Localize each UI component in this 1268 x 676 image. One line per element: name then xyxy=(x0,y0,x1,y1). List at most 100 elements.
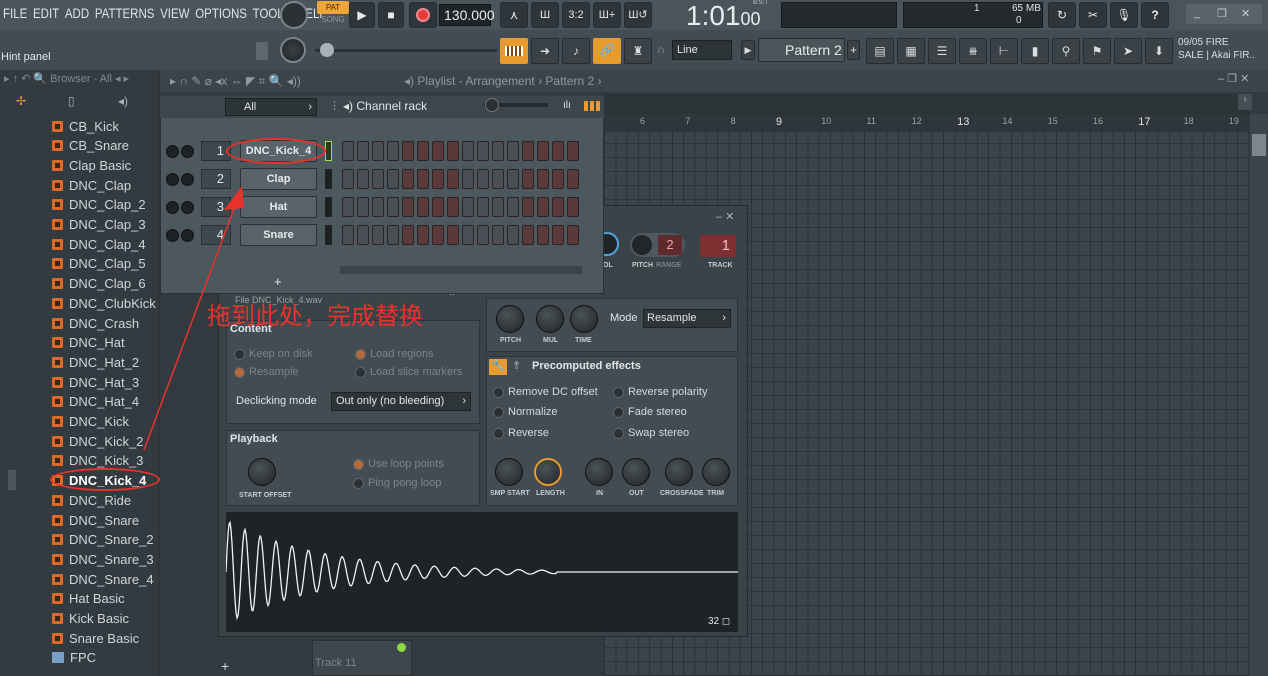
browser-item[interactable]: DNC_Hat_2 xyxy=(52,353,139,371)
browser-collapse-handle[interactable] xyxy=(8,470,16,490)
graph-editor-icon[interactable]: ılı xyxy=(563,100,571,111)
step-button[interactable] xyxy=(522,225,534,245)
help-guide-button[interactable]: ⚑ xyxy=(1083,38,1111,64)
step-button[interactable] xyxy=(372,225,384,245)
timeline-ruler[interactable]: 6 7 8 9 10 11 12 13 14 15 16 17 18 19 xyxy=(604,114,1250,132)
piano-roll-button[interactable] xyxy=(500,38,528,64)
step-button[interactable] xyxy=(462,225,474,245)
song-mode-button[interactable]: SONG xyxy=(317,15,349,27)
ping-pong-radio[interactable]: Ping pong loop xyxy=(353,477,441,489)
step-button[interactable] xyxy=(342,197,354,217)
channel-select-led[interactable] xyxy=(325,169,332,189)
track-11-header[interactable]: Track 11 xyxy=(312,640,412,676)
step-button[interactable] xyxy=(492,197,504,217)
share-button[interactable]: ➤ xyxy=(1114,38,1142,64)
track-mute-led[interactable] xyxy=(397,643,406,652)
master-volume-slider[interactable] xyxy=(315,49,497,52)
step-button[interactable] xyxy=(567,225,579,245)
master-pitch-knob[interactable] xyxy=(280,1,308,29)
browser-item[interactable]: Kick Basic xyxy=(52,610,129,628)
browser-window-button[interactable]: ⊢ xyxy=(990,38,1018,64)
rack-swing-knob[interactable] xyxy=(485,98,499,112)
browser-item[interactable]: DNC_Hat_4 xyxy=(52,393,139,411)
step-edit-button[interactable]: ➜ xyxy=(531,38,559,64)
vertical-scrollbar[interactable] xyxy=(1250,114,1268,676)
menu-view[interactable]: VIEW xyxy=(160,5,189,21)
step-button[interactable] xyxy=(462,141,474,161)
load-regions-radio[interactable]: Load regions xyxy=(355,348,434,360)
maximize-icon[interactable]: ❐ xyxy=(1217,7,1227,20)
step-button[interactable] xyxy=(372,141,384,161)
step-button[interactable] xyxy=(477,197,489,217)
rack-menu-icon[interactable]: ⋮ xyxy=(329,99,340,112)
wrench-icon[interactable]: 🔧 xyxy=(489,359,507,375)
download-button[interactable]: ⬇ xyxy=(1145,38,1173,64)
step-button[interactable] xyxy=(417,225,429,245)
playlist-tools-icons[interactable]: ▸ ∩ ✎ ⌀ ◂x ⇔ ◤ ⌗ 🔍 ◂)) xyxy=(170,74,301,89)
step-button[interactable] xyxy=(477,225,489,245)
pitch-control[interactable]: 2 xyxy=(630,233,685,257)
step-button[interactable] xyxy=(492,169,504,189)
mixer-track-value[interactable]: 1 xyxy=(700,235,736,257)
step-button[interactable] xyxy=(342,141,354,161)
step-button[interactable] xyxy=(387,169,399,189)
channel-select-led[interactable] xyxy=(325,197,332,217)
step-button[interactable] xyxy=(447,197,459,217)
step-button[interactable] xyxy=(432,141,444,161)
menu-add[interactable]: ADD xyxy=(65,5,89,21)
plugin-button[interactable]: ⚲ xyxy=(1052,38,1080,64)
step-sequencer-icon[interactable] xyxy=(584,101,600,111)
step-button[interactable] xyxy=(417,141,429,161)
slide-button[interactable]: ♪ xyxy=(562,38,590,64)
step-button[interactable] xyxy=(387,225,399,245)
step-button[interactable] xyxy=(432,197,444,217)
step-button[interactable] xyxy=(492,225,504,245)
step-button[interactable] xyxy=(552,141,564,161)
snap-select[interactable]: Line xyxy=(672,40,732,60)
step-button[interactable] xyxy=(417,169,429,189)
sampler-window-controls[interactable]: – ✕ xyxy=(716,210,734,223)
browser-nav-icon[interactable]: ✢ xyxy=(16,94,26,108)
ts-pitch-knob[interactable] xyxy=(496,305,524,333)
slider-handle[interactable] xyxy=(320,43,334,57)
stop-button[interactable]: ■ xyxy=(378,2,404,28)
step-button[interactable] xyxy=(477,169,489,189)
step-button[interactable] xyxy=(447,169,459,189)
play-button[interactable]: ▶ xyxy=(349,2,375,28)
step-button[interactable] xyxy=(507,169,519,189)
reverse-radio[interactable]: Reverse xyxy=(493,427,549,439)
step-button[interactable] xyxy=(507,141,519,161)
playlist-window-button[interactable]: ▤ xyxy=(866,38,894,64)
browser-item[interactable]: DNC_Snare_4 xyxy=(52,570,154,588)
step-button[interactable] xyxy=(507,197,519,217)
undo-button[interactable]: ↻ xyxy=(1048,2,1076,28)
browser-item[interactable]: DNC_Hat_3 xyxy=(52,373,139,391)
menu-options[interactable]: OPTIONS xyxy=(195,5,247,21)
channel-rack-window-button[interactable]: ☰ xyxy=(928,38,956,64)
browser-item[interactable]: DNC_Hat xyxy=(52,334,125,352)
crossfade-knob[interactable] xyxy=(665,458,693,486)
step-button[interactable] xyxy=(552,169,564,189)
out-knob[interactable] xyxy=(622,458,650,486)
browser-item[interactable]: DNC_Clap xyxy=(52,176,131,194)
browser-item[interactable]: DNC_Ride xyxy=(52,491,131,509)
blend-notes-button[interactable]: Ш+ xyxy=(593,2,621,28)
browser-speaker-icon[interactable]: ◂) xyxy=(118,94,128,108)
master-volume-knob[interactable] xyxy=(280,37,306,63)
pattern-prev-button[interactable]: ▶ xyxy=(741,40,755,60)
pitch-knob[interactable] xyxy=(632,235,652,255)
minimize-icon[interactable]: _ xyxy=(1194,7,1200,19)
pitch-range-value[interactable]: 2 xyxy=(658,235,682,255)
step-button[interactable] xyxy=(522,141,534,161)
reverse-polarity-radio[interactable]: Reverse polarity xyxy=(613,386,707,398)
piano-roll-window-button[interactable]: ▦ xyxy=(897,38,925,64)
channel-select-led[interactable] xyxy=(325,141,332,161)
step-button[interactable] xyxy=(537,225,549,245)
menu-file[interactable]: FILE xyxy=(3,5,27,21)
step-button[interactable] xyxy=(537,169,549,189)
start-offset-knob[interactable] xyxy=(248,458,276,486)
length-knob[interactable] xyxy=(534,458,562,486)
step-button[interactable] xyxy=(537,197,549,217)
close-icon[interactable]: ✕ xyxy=(1241,7,1250,20)
pattern-selector[interactable]: Pattern 2 xyxy=(758,38,845,62)
